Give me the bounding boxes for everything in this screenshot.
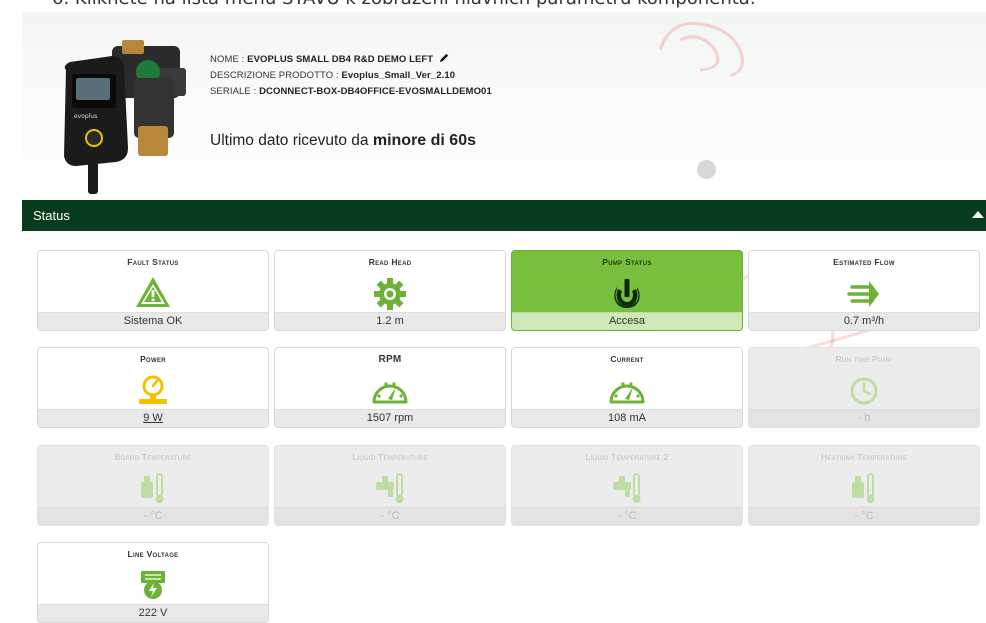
card-value: - °C [749,507,979,525]
gear-icon [374,278,406,310]
card-title: Liquid Temperature 2 [585,452,669,462]
device-serial: DCONNECT-BOX-DB4OFFICE-EVOSMALLDEMO01 [259,86,492,97]
liquid-temperature-card: Liquid Temperature - °C [274,445,506,526]
board-thermometer-icon [852,473,875,503]
gauge-icon [372,382,408,404]
card-value[interactable]: 9 W [38,409,268,427]
last-data-value: minore di 60s [372,132,476,149]
warning-triangle-icon [136,277,170,307]
card-value: 222 V [38,604,268,622]
serial-label: SERIALE : [210,86,257,97]
device-name: EVOPLUS SMALL DB4 R&D DEMO LEFT [247,54,434,65]
device-info: NOME : EVOPLUS SMALL DB4 R&D DEMO LEFT D… [210,52,492,100]
battery-bolt-icon [141,571,165,599]
estimated-flow-card: Estimated Flow 0.7 m³/h [748,250,980,331]
status-section-bar[interactable]: Status [22,200,986,231]
card-value: - °C [275,507,505,525]
card-value: 0.7 m³/h [749,312,979,330]
power-icon [614,279,640,308]
status-section-title: Status [33,208,70,223]
current-card: Current 108 mA [511,347,743,428]
description-label: DESCRIZIONE PRODOTTO : [210,70,339,81]
card-value: 108 mA [512,409,742,427]
last-data-prefix: Ultimo dato ricevuto da [210,132,369,149]
power-meter-icon [139,375,167,404]
watermark-dot [697,160,716,179]
card-title: RPM [378,354,402,365]
pump-status-card: Pump Status Accesa [511,250,743,331]
card-value: 1.2 m [275,312,505,330]
card-title: Fault Status [127,257,179,267]
clock-icon [850,377,878,405]
heatsink-temperature-card: Heatsink Temperature - °C [748,445,980,526]
card-title: Board Temperature [114,452,192,462]
card-title: Estimated Flow [833,257,895,267]
collapse-caret-icon[interactable] [972,211,984,218]
card-value: Sistema OK [38,312,268,330]
card-title: Line Voltage [127,549,179,559]
card-title: Current [610,354,644,364]
board-thermometer-icon [141,473,164,503]
device-name-row: NOME : EVOPLUS SMALL DB4 R&D DEMO LEFT [210,52,492,68]
tap-thermometer-icon [613,473,641,503]
edit-pencil-icon[interactable] [439,52,450,63]
svg-text:evoplus: evoplus [74,113,97,120]
board-temperature-card: Board Temperature - °C [37,445,269,526]
card-title: Pump Status [602,257,652,267]
liquid-temperature-2-card: Liquid Temperature 2 - °C [511,445,743,526]
card-value: - h [749,409,979,427]
device-description: Evoplus_Small_Ver_2.10 [341,70,456,81]
fault-status-card: Fault Status Sistema OK [37,250,269,331]
rpm-card: RPM 1507 rpm [274,347,506,428]
device-serial-row: SERIALE : DCONNECT-BOX-DB4OFFICE-EVOSMAL… [210,84,492,100]
card-title: Liquid Temperature [352,452,428,462]
power-card: Power 9 W [37,347,269,428]
card-title: Run time Pump [835,354,893,364]
device-header: evoplus NOME : EVOPLUS SMALL DB4 R&D DEM… [22,12,986,200]
line-voltage-card: Line Voltage 222 V [37,542,269,623]
instruction-text: 6. Kliknete na lista menu STAVU k zobraz… [0,0,986,12]
card-title: Read Head [368,257,412,267]
name-label: NOME : [210,54,245,65]
pump-device-image: evoplus [64,40,186,194]
card-value: - °C [38,507,268,525]
device-description-row: DESCRIZIONE PRODOTTO : Evoplus_Small_Ver… [210,68,492,84]
card-value: Accesa [512,312,742,330]
read-head-card: Read Head 1.2 m [274,250,506,331]
card-title: Heatsink Temperature [821,452,907,462]
flow-arrows-icon [847,281,879,307]
run-time-pump-card: Run time Pump - h [748,347,980,428]
last-data-received: Ultimo dato ricevuto da minore di 60s [210,132,476,150]
card-title: Power [140,354,166,364]
card-value: - °C [512,507,742,525]
card-value: 1507 rpm [275,409,505,427]
gauge-icon [609,382,645,404]
tap-thermometer-icon [376,473,404,503]
